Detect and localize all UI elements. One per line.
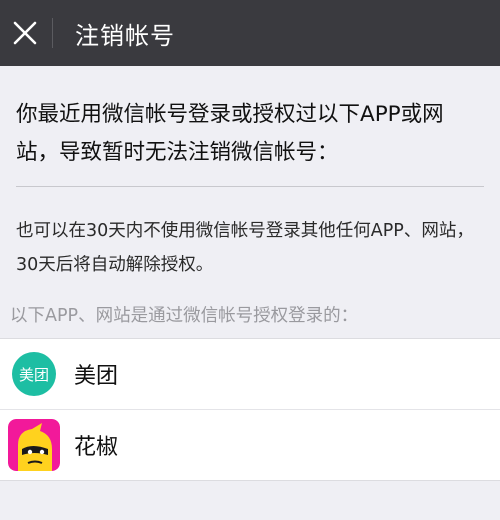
close-icon — [13, 21, 37, 45]
title-divider — [52, 18, 53, 48]
authorized-apps-header: 以下APP、网站是通过微信帐号授权登录的： — [10, 306, 359, 326]
cannot-delete-message: 你最近用微信帐号登录或授权过以下APP或网站，导致暂时无法注销微信帐号： — [16, 102, 444, 165]
app-name: 花椒 — [74, 435, 119, 460]
page-title: 注销帐号 — [75, 21, 175, 50]
list-item-huajiao[interactable]: 花椒 — [0, 409, 500, 480]
auto-unbind-hint: 也可以在30天内不使用微信帐号登录其他任何APP、网站，30天后将自动解除授权。 — [16, 221, 474, 275]
app-name: 美团 — [74, 364, 119, 389]
close-button[interactable] — [0, 0, 50, 66]
top-bar: 注销帐号 — [0, 0, 500, 66]
section-divider — [16, 186, 484, 187]
authorized-app-list: 美团 美团 花椒 — [0, 338, 500, 481]
huajiao-icon — [8, 419, 60, 471]
meituan-icon-label: 美团 — [19, 366, 49, 384]
list-item-meituan[interactable]: 美团 美团 — [0, 339, 500, 409]
meituan-icon: 美团 — [8, 348, 60, 400]
